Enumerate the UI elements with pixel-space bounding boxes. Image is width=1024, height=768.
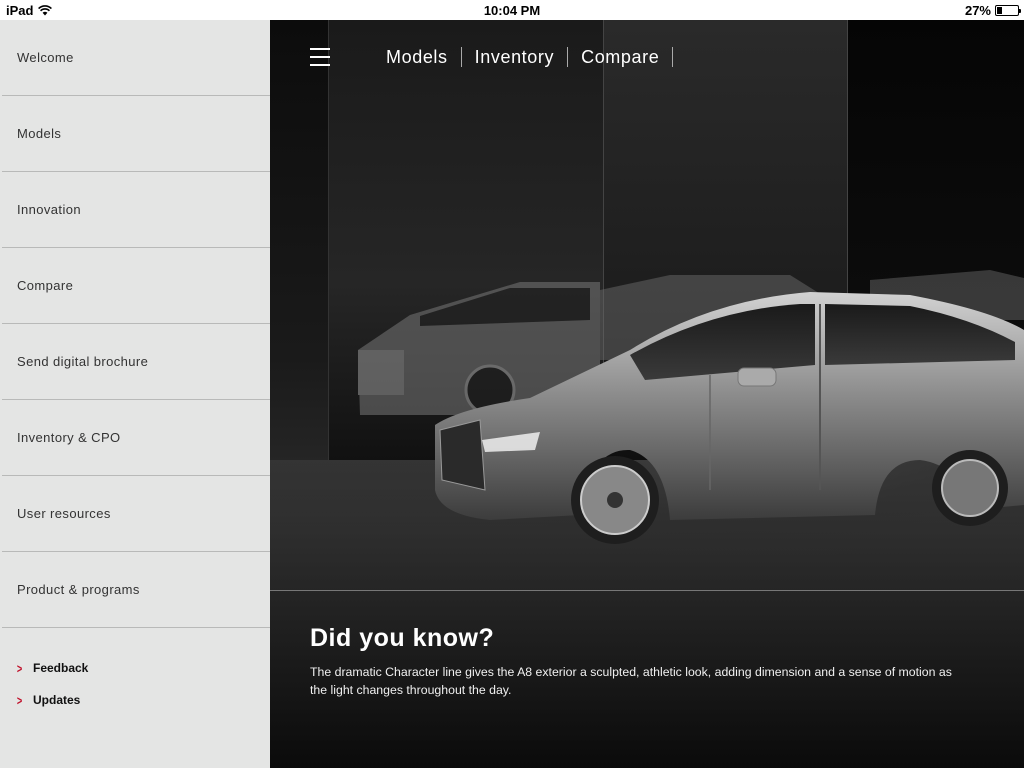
top-nav: Models Inventory Compare bbox=[270, 42, 1024, 72]
sidebar-item-innovation[interactable]: Innovation bbox=[2, 172, 270, 248]
did-you-know-section: Did you know? The dramatic Character lin… bbox=[310, 624, 970, 699]
sidebar-item-label: User resources bbox=[17, 506, 111, 521]
divider bbox=[270, 590, 1024, 591]
sidebar-item-label: Compare bbox=[17, 278, 74, 293]
tab-models[interactable]: Models bbox=[373, 47, 462, 67]
sidebar: Welcome Models Innovation Compare Send d… bbox=[0, 20, 270, 768]
sidebar-item-product-programs[interactable]: Product & programs bbox=[2, 552, 270, 628]
sidebar-item-welcome[interactable]: Welcome bbox=[2, 20, 270, 96]
sidebar-item-label: Inventory & CPO bbox=[17, 430, 121, 445]
hamburger-icon[interactable] bbox=[310, 48, 330, 66]
tab-compare[interactable]: Compare bbox=[568, 47, 674, 67]
feedback-label: Feedback bbox=[33, 661, 89, 675]
sidebar-item-compare[interactable]: Compare bbox=[2, 248, 270, 324]
info-title: Did you know? bbox=[310, 624, 495, 652]
hero-section: Models Inventory Compare Did you know? T… bbox=[270, 20, 1024, 768]
battery-level bbox=[997, 7, 1003, 14]
tab-inventory[interactable]: Inventory bbox=[462, 47, 569, 67]
sidebar-item-user-resources[interactable]: User resources bbox=[2, 476, 270, 552]
status-bar: iPad 10:04 PM 27% bbox=[0, 0, 1024, 20]
top-nav-items: Models Inventory Compare bbox=[373, 42, 674, 72]
updates-label: Updates bbox=[33, 693, 81, 707]
feedback-link[interactable]: > Feedback bbox=[0, 652, 270, 684]
chevron-right-icon: > bbox=[16, 660, 23, 676]
chevron-right-icon: > bbox=[16, 692, 23, 708]
battery-icon bbox=[995, 5, 1021, 16]
updates-link[interactable]: > Updates bbox=[0, 684, 270, 716]
sidebar-item-inventory-cpo[interactable]: Inventory & CPO bbox=[2, 400, 270, 476]
sidebar-item-label: Product & programs bbox=[17, 582, 140, 597]
sidebar-item-label: Models bbox=[17, 126, 62, 141]
info-body: The dramatic Character line gives the A8… bbox=[310, 665, 952, 697]
clock: 10:04 PM bbox=[483, 3, 541, 18]
sidebar-links: > Feedback > Updates bbox=[0, 628, 270, 716]
sidebar-item-label: Welcome bbox=[17, 50, 74, 65]
sidebar-item-send-digital-brochure[interactable]: Send digital brochure bbox=[2, 324, 270, 400]
sidebar-item-label: Send digital brochure bbox=[17, 354, 149, 369]
sidebar-item-models[interactable]: Models bbox=[2, 96, 270, 172]
battery-percent: 27% bbox=[964, 3, 991, 18]
sidebar-item-label: Innovation bbox=[17, 202, 81, 217]
